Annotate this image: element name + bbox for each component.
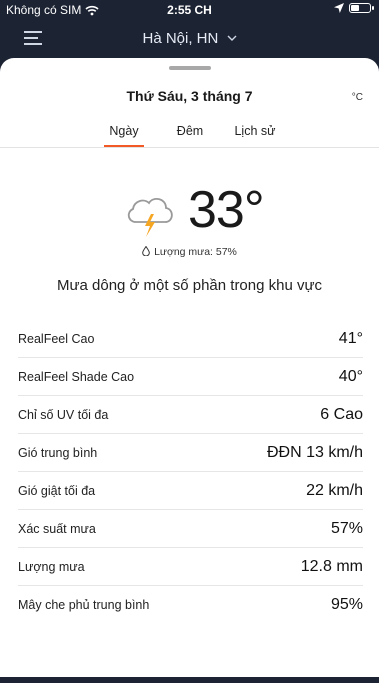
- detail-row-wind: Gió trung bình ĐĐN 13 km/h: [18, 434, 363, 472]
- condition-text: Mưa dông ở một số phần trong khu vực: [56, 277, 323, 294]
- detail-row-realfeel-shade-high: RealFeel Shade Cao 40°: [18, 358, 363, 396]
- detail-value: 95%: [330, 596, 363, 613]
- detail-label: Gió trung bình: [18, 445, 98, 460]
- bottom-strip: [0, 677, 379, 683]
- forecast-sheet: Thứ Sáu, 3 tháng 7 °C Ngày Đêm Lịch sử 3…: [0, 58, 379, 683]
- weather-hero: 33° Lượng mưa: 57%: [0, 178, 379, 268]
- tabs-divider: [0, 147, 379, 148]
- day-tabs: Ngày Đêm Lịch sử: [0, 122, 379, 148]
- detail-label: Lượng mưa: [18, 559, 85, 574]
- precipitation-text: Lượng mưa: 57%: [154, 246, 237, 258]
- detail-value: 6 Cao: [320, 405, 363, 423]
- chevron-down-icon: [227, 35, 237, 41]
- battery-icon: [349, 3, 374, 13]
- location-name: Hà Nội, HN: [142, 30, 219, 47]
- status-time: 2:55 CH: [167, 3, 212, 17]
- detail-value: 22 km/h: [306, 481, 363, 499]
- raindrop-icon: [142, 246, 150, 256]
- forecast-date: Thứ Sáu, 3 tháng 7: [126, 88, 253, 104]
- sheet-grabber[interactable]: [169, 66, 211, 70]
- detail-row-wind-gust: Gió giật tối đa 22 km/h: [18, 472, 363, 510]
- detail-value: 57%: [330, 519, 363, 537]
- unit-toggle[interactable]: °C: [352, 92, 363, 103]
- location-selector[interactable]: Hà Nội, HN: [0, 30, 379, 47]
- detail-row-rain-amount: Lượng mưa 12.8 mm: [18, 548, 363, 586]
- status-bar: Không có SIM 2:55 CH: [0, 0, 379, 20]
- detail-label: Mây che phủ trung bình: [18, 598, 150, 612]
- detail-row-realfeel-high: RealFeel Cao 41°: [18, 320, 363, 358]
- detail-label: Chỉ số UV tối đa: [18, 407, 109, 422]
- detail-value: 40°: [338, 367, 363, 385]
- detail-label: Gió giật tối đa: [18, 483, 96, 498]
- tab-night[interactable]: Đêm: [170, 124, 210, 138]
- tab-day[interactable]: Ngày: [102, 124, 146, 138]
- detail-value: 12.8 mm: [300, 557, 363, 575]
- details-list: RealFeel Cao 41° RealFeel Shade Cao 40° …: [18, 320, 363, 624]
- location-arrow-icon: [334, 3, 344, 13]
- detail-label: RealFeel Shade Cao: [18, 369, 135, 384]
- detail-label: RealFeel Cao: [18, 331, 95, 346]
- detail-row-uv-index: Chỉ số UV tối đa 6 Cao: [18, 396, 363, 434]
- detail-row-rain-probability: Xác suất mưa 57%: [18, 510, 363, 548]
- tab-history[interactable]: Lịch sử: [230, 124, 280, 138]
- precipitation-line: Lượng mưa: 57%: [0, 246, 379, 258]
- current-temperature: 33°: [188, 181, 265, 239]
- app-header: Hà Nội, HN: [0, 20, 379, 58]
- detail-row-cloud-cover: Mây che phủ trung bình 95%: [18, 586, 363, 624]
- detail-label: Xác suất mưa: [18, 521, 96, 536]
- detail-value: ĐĐN 13 km/h: [266, 443, 363, 461]
- thunderstorm-icon: [127, 197, 173, 237]
- status-right: [334, 3, 374, 13]
- detail-value: 41°: [338, 329, 363, 347]
